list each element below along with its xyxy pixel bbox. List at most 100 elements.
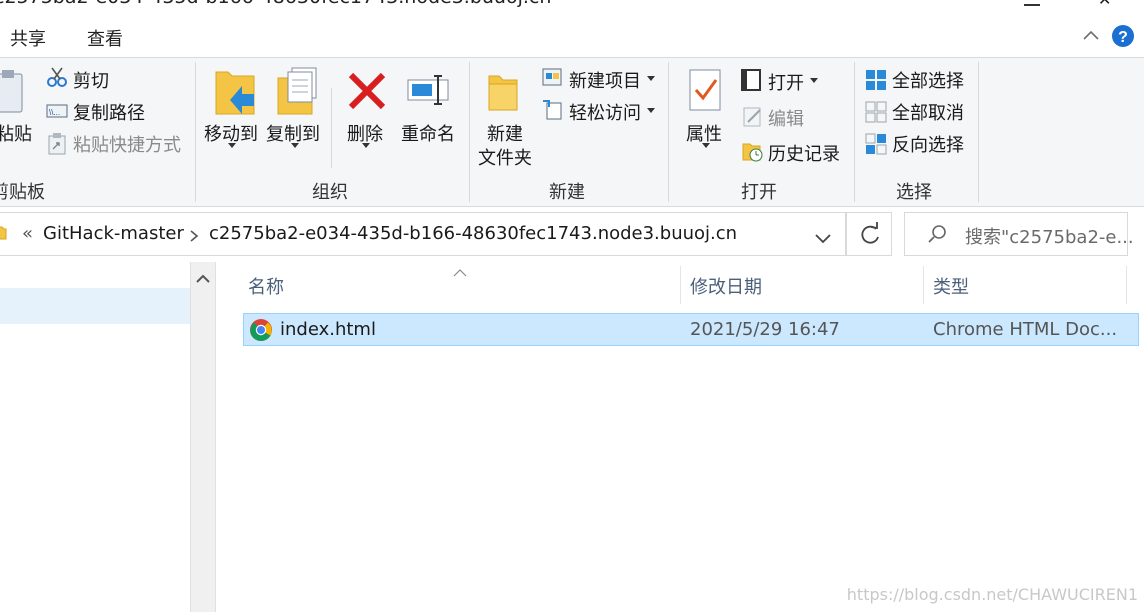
paste-label[interactable]: 粘贴 <box>0 120 32 146</box>
move-to-button[interactable] <box>214 68 258 122</box>
breadcrumb-current-folder[interactable]: c2575ba2-e034-435d-b166-48630fec1743.nod… <box>209 223 737 244</box>
help-icon: ? <box>1112 25 1134 47</box>
move-to-dropdown-icon <box>228 143 236 148</box>
easy-access-dropdown-icon <box>647 108 655 113</box>
group-divider <box>978 62 979 202</box>
select-group-label: 选择 <box>896 182 932 203</box>
address-bar[interactable]: « GitHack-master c2575ba2-e034-435d-b166… <box>0 212 846 256</box>
open-label[interactable]: 打开 <box>768 69 804 95</box>
select-all-button[interactable] <box>865 69 887 95</box>
chevron-right-icon <box>189 228 199 247</box>
edit-label[interactable]: 编辑 <box>768 105 804 131</box>
nav-selected-item[interactable] <box>0 288 190 324</box>
breadcrumb-overflow[interactable]: « <box>22 223 33 244</box>
properties-icon <box>689 69 721 111</box>
breadcrumb-githack-master[interactable]: GitHack-master <box>43 223 184 244</box>
new-folder-icon <box>488 75 518 111</box>
column-divider[interactable] <box>923 266 924 304</box>
ribbon: 粘贴 剪切 \\... 复制路径 粘贴快捷方式 剪贴板 移动到 复制到 删除 重… <box>0 57 1144 207</box>
copy-to-button[interactable] <box>276 66 320 120</box>
tab-share[interactable]: 共享 <box>10 25 46 51</box>
new-item-button[interactable] <box>541 67 565 93</box>
svg-text:\\...: \\... <box>49 108 60 117</box>
nav-scrollbar[interactable] <box>190 262 216 612</box>
delete-x-icon <box>348 72 386 110</box>
invert-selection-icon <box>865 133 887 155</box>
select-all-label[interactable]: 全部选择 <box>892 67 964 93</box>
watermark: https://blog.csdn.net/CHAWUCIREN1 <box>846 585 1138 604</box>
invert-selection-button[interactable] <box>865 133 887 159</box>
column-divider[interactable] <box>680 266 681 304</box>
restore-button[interactable] <box>1024 0 1040 6</box>
tab-view[interactable]: 查看 <box>87 25 123 51</box>
column-header-type[interactable]: 类型 <box>933 273 969 299</box>
cut-label[interactable]: 剪切 <box>73 67 109 93</box>
close-icon: ✕ <box>1098 0 1111 9</box>
open-button[interactable] <box>740 68 762 96</box>
new-item-icon <box>542 68 562 86</box>
column-header-name[interactable]: 名称 <box>248 273 284 299</box>
properties-button[interactable] <box>688 68 724 118</box>
select-none-button[interactable] <box>865 101 887 127</box>
copy-path-icon: \\... <box>46 104 68 118</box>
new-folder-label-line1[interactable]: 新建 <box>487 120 523 146</box>
select-none-icon <box>865 101 887 123</box>
edit-button[interactable] <box>742 106 764 132</box>
search-input[interactable]: 搜索"c2575ba2-e... <box>965 223 1134 249</box>
copy-path-label[interactable]: 复制路径 <box>73 99 145 125</box>
title-bar: c2575ba2-e034-435d-b166-48630fec1743.nod… <box>0 0 1144 16</box>
svg-text:?: ? <box>1118 29 1128 46</box>
close-button[interactable]: ✕ <box>1096 0 1112 9</box>
new-group-label: 新建 <box>549 182 585 203</box>
refresh-button[interactable] <box>846 212 892 256</box>
easy-access-button[interactable] <box>541 99 565 125</box>
file-type: Chrome HTML Doc... <box>933 319 1118 340</box>
paste-shortcut-label[interactable]: 粘贴快捷方式 <box>73 131 181 157</box>
clipboard-group-label: 剪贴板 <box>0 182 45 203</box>
refresh-icon <box>861 222 879 244</box>
history-button[interactable] <box>742 140 764 166</box>
edit-icon <box>743 107 761 127</box>
delete-dropdown-icon <box>362 143 370 148</box>
search-box[interactable]: 搜索"c2575ba2-e... <box>904 212 1134 256</box>
new-folder-button[interactable] <box>487 70 521 118</box>
easy-access-label[interactable]: 轻松访问 <box>569 99 641 125</box>
delete-button[interactable] <box>347 71 387 115</box>
cut-button[interactable] <box>46 66 68 92</box>
move-to-icon <box>215 71 255 115</box>
column-header-modified[interactable]: 修改日期 <box>690 273 762 299</box>
open-group-label: 打开 <box>741 182 777 203</box>
folder-icon <box>0 225 8 245</box>
rename-icon <box>407 75 449 105</box>
organize-group-label: 组织 <box>312 182 348 203</box>
group-divider <box>668 62 669 202</box>
help-button[interactable]: ? <box>1111 24 1135 52</box>
scissors-icon <box>47 67 67 87</box>
sort-ascending-icon <box>453 262 467 281</box>
new-item-label[interactable]: 新建项目 <box>569 67 641 93</box>
collapse-ribbon-button[interactable] <box>1082 27 1100 46</box>
clipboard-icon <box>0 70 23 113</box>
address-history-button[interactable] <box>814 229 832 248</box>
paste-shortcut-icon <box>48 133 66 155</box>
copy-path-button[interactable]: \\... <box>46 102 68 124</box>
invert-selection-label[interactable]: 反向选择 <box>892 131 964 157</box>
easy-access-icon <box>543 100 562 120</box>
rename-label[interactable]: 重命名 <box>401 120 455 146</box>
properties-dropdown-icon <box>702 143 710 148</box>
file-name[interactable]: index.html <box>280 319 376 340</box>
scroll-up-icon[interactable] <box>191 264 215 294</box>
new-item-dropdown-icon <box>647 76 655 81</box>
select-all-icon <box>866 70 886 90</box>
column-divider[interactable] <box>1126 266 1127 304</box>
paste-shortcut-button[interactable] <box>47 133 67 159</box>
select-none-label[interactable]: 全部取消 <box>892 99 964 125</box>
rename-button[interactable] <box>406 74 452 110</box>
group-divider <box>469 62 470 202</box>
history-icon <box>742 143 763 162</box>
history-label[interactable]: 历史记录 <box>768 140 840 166</box>
new-folder-label-line2[interactable]: 文件夹 <box>478 144 532 170</box>
group-divider <box>195 62 196 202</box>
paste-button[interactable] <box>0 70 26 118</box>
file-row[interactable]: index.html 2021/5/29 16:47 Chrome HTML D… <box>243 313 1139 346</box>
